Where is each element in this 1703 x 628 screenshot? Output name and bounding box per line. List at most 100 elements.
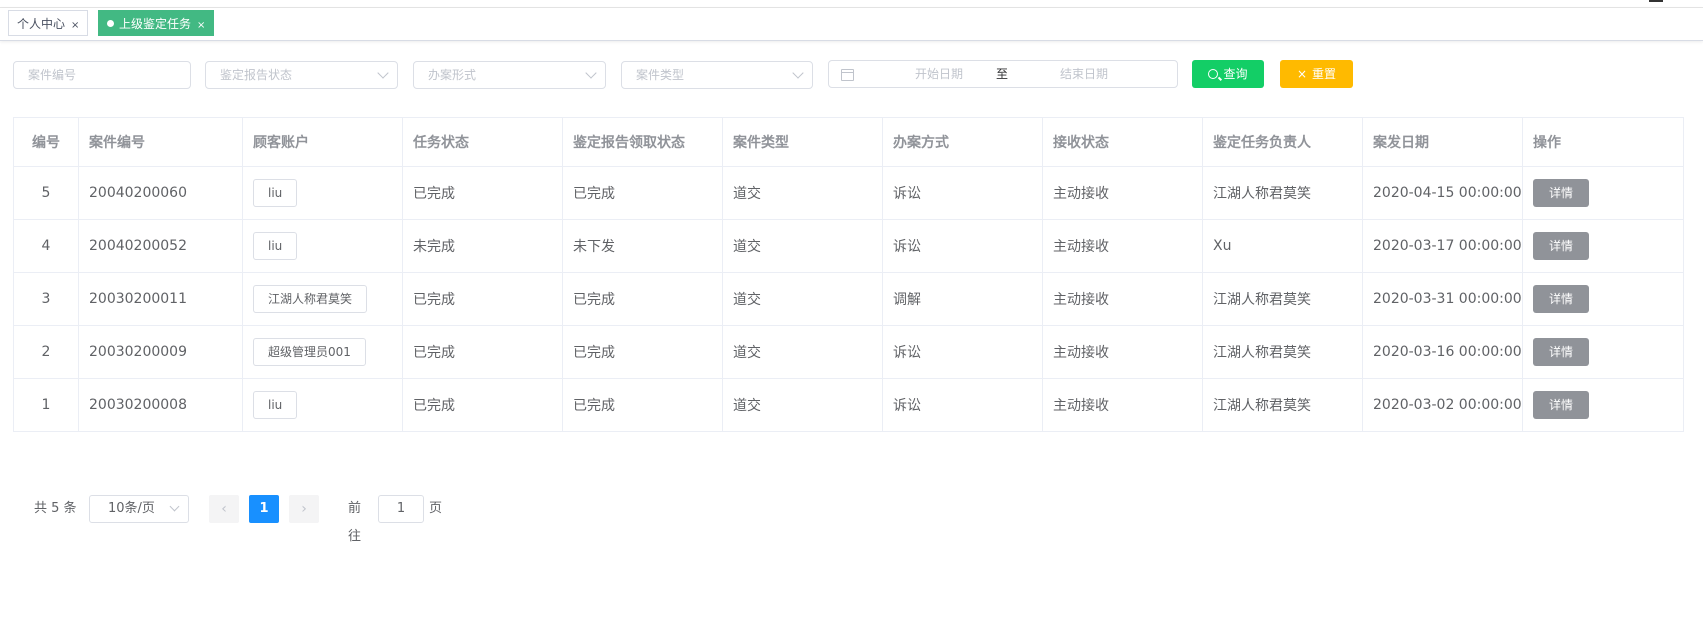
cell-customer-account: liu <box>242 219 403 273</box>
customer-account-tag[interactable]: liu <box>253 179 298 207</box>
goto-page-input[interactable]: 1 <box>378 495 424 523</box>
cell-task-owner: 江湖人称君莫笑 <box>1202 272 1363 326</box>
col-header-case-no: 案件编号 <box>78 117 243 167</box>
cell-report-status: 已完成 <box>562 378 723 432</box>
cell-case-type: 道交 <box>722 272 883 326</box>
end-date-input[interactable]: 结束日期 <box>1044 61 1124 87</box>
cell-case-no: 20030200011 <box>78 272 243 326</box>
tab-label: 个人中心 <box>17 17 66 31</box>
col-header-actions: 操作 <box>1522 117 1684 167</box>
cell-task-owner: 江湖人称君莫笑 <box>1202 166 1363 220</box>
table-row: 5 20040200060 liu 已完成 已完成 道交 诉讼 主动接收 江湖人… <box>13 166 1684 220</box>
cell-handling-method: 诉讼 <box>882 325 1043 379</box>
chevron-down-icon <box>585 67 597 79</box>
col-header-task-status: 任务状态 <box>402 117 563 167</box>
cell-case-type: 道交 <box>722 219 883 273</box>
detail-button[interactable]: 详情 <box>1533 391 1589 419</box>
col-header-incident-date: 案发日期 <box>1362 117 1523 167</box>
chevron-left-icon[interactable]: ‹ <box>209 495 239 523</box>
goto-label: 前往 <box>348 501 362 544</box>
detail-button[interactable]: 详情 <box>1533 232 1589 260</box>
cell-receive-status: 主动接收 <box>1042 166 1203 220</box>
cell-case-type: 道交 <box>722 378 883 432</box>
cell-customer-account: liu <box>242 378 403 432</box>
cell-receive-status: 主动接收 <box>1042 378 1203 432</box>
cell-actions: 详情 <box>1522 325 1684 379</box>
cell-task-owner: 江湖人称君莫笑 <box>1202 325 1363 379</box>
cell-handling-method: 诉讼 <box>882 166 1043 220</box>
detail-button[interactable]: 详情 <box>1533 179 1589 207</box>
tab-personal-center[interactable]: 个人中心 × <box>8 10 89 36</box>
col-header-task-owner: 鉴定任务负责人 <box>1202 117 1363 167</box>
case-no-input[interactable]: 案件编号 <box>13 61 191 89</box>
case-type-placeholder: 案件类型 <box>636 68 685 82</box>
case-type-select[interactable]: 案件类型 <box>621 61 813 89</box>
cell-id: 5 <box>13 166 79 220</box>
table-header-row: 编号 案件编号 顾客账户 任务状态 鉴定报告领取状态 案件类型 办案方式 接收状… <box>13 117 1684 167</box>
page-size-select[interactable]: 10条/页 <box>89 495 189 523</box>
customer-account-tag[interactable]: liu <box>253 232 298 260</box>
chevron-down-icon <box>169 501 180 512</box>
search-label: 查询 <box>1223 67 1248 81</box>
close-icon[interactable]: × <box>71 20 79 31</box>
cell-case-no: 20040200052 <box>78 219 243 273</box>
search-button[interactable]: 查询 <box>1192 60 1264 88</box>
cell-incident-date: 2020-03-17 00:00:00 <box>1362 219 1523 273</box>
reset-button[interactable]: × 重置 <box>1280 60 1353 88</box>
cell-task-status: 已完成 <box>402 378 563 432</box>
detail-button[interactable]: 详情 <box>1533 285 1589 313</box>
cell-receive-status: 主动接收 <box>1042 272 1203 326</box>
cell-incident-date: 2020-03-02 00:00:00 <box>1362 378 1523 432</box>
reset-label: 重置 <box>1312 67 1337 81</box>
window-mark <box>1649 0 1663 2</box>
top-strip <box>0 0 1703 8</box>
cell-task-status: 已完成 <box>402 325 563 379</box>
cell-task-status: 已完成 <box>402 272 563 326</box>
date-range-picker[interactable]: 开始日期 至 结束日期 <box>828 60 1178 88</box>
customer-account-tag[interactable]: 江湖人称君莫笑 <box>253 285 368 313</box>
customer-account-tag[interactable]: 超级管理员001 <box>253 338 366 366</box>
cell-handling-method: 调解 <box>882 272 1043 326</box>
table-row: 1 20030200008 liu 已完成 已完成 道交 诉讼 主动接收 江湖人… <box>13 378 1684 432</box>
col-header-report-status: 鉴定报告领取状态 <box>562 117 723 167</box>
dot-icon <box>107 20 114 27</box>
cell-report-status: 已完成 <box>562 325 723 379</box>
cell-receive-status: 主动接收 <box>1042 325 1203 379</box>
page-suffix: 页 <box>429 501 443 516</box>
handling-form-select[interactable]: 办案形式 <box>413 61 606 89</box>
cell-id: 1 <box>13 378 79 432</box>
cell-case-type: 道交 <box>722 166 883 220</box>
cell-id: 2 <box>13 325 79 379</box>
cell-report-status: 未下发 <box>562 219 723 273</box>
cell-actions: 详情 <box>1522 272 1684 326</box>
cell-receive-status: 主动接收 <box>1042 219 1203 273</box>
close-icon[interactable]: × <box>197 20 205 31</box>
cell-incident-date: 2020-03-31 00:00:00 <box>1362 272 1523 326</box>
detail-button[interactable]: 详情 <box>1533 338 1589 366</box>
cell-case-no: 20040200060 <box>78 166 243 220</box>
cell-task-owner: 江湖人称君莫笑 <box>1202 378 1363 432</box>
cell-actions: 详情 <box>1522 378 1684 432</box>
tab-superior-appraisal-task[interactable]: 上级鉴定任务 × <box>98 10 215 36</box>
case-no-placeholder: 案件编号 <box>28 68 77 82</box>
table-row: 4 20040200052 liu 未完成 未下发 道交 诉讼 主动接收 Xu … <box>13 219 1684 273</box>
col-header-handling-method: 办案方式 <box>882 117 1043 167</box>
cell-case-no: 20030200008 <box>78 378 243 432</box>
start-date-input[interactable]: 开始日期 <box>899 61 979 87</box>
cell-report-status: 已完成 <box>562 272 723 326</box>
cell-report-status: 已完成 <box>562 166 723 220</box>
pagination-total: 共 5 条 <box>34 501 77 516</box>
col-header-case-type: 案件类型 <box>722 117 883 167</box>
close-icon: × <box>1296 67 1308 81</box>
page-number-1[interactable]: 1 <box>249 495 279 523</box>
customer-account-tag[interactable]: liu <box>253 391 298 419</box>
cell-actions: 详情 <box>1522 219 1684 273</box>
cell-customer-account: 江湖人称君莫笑 <box>242 272 403 326</box>
chevron-right-icon[interactable]: › <box>289 495 319 523</box>
calendar-icon <box>841 69 854 81</box>
cell-incident-date: 2020-03-16 00:00:00 <box>1362 325 1523 379</box>
page-size-value: 10条/页 <box>108 501 155 516</box>
cell-incident-date: 2020-04-15 00:00:00 <box>1362 166 1523 220</box>
report-status-select[interactable]: 鉴定报告状态 <box>205 61 398 89</box>
table-row: 3 20030200011 江湖人称君莫笑 已完成 已完成 道交 调解 主动接收… <box>13 272 1684 326</box>
